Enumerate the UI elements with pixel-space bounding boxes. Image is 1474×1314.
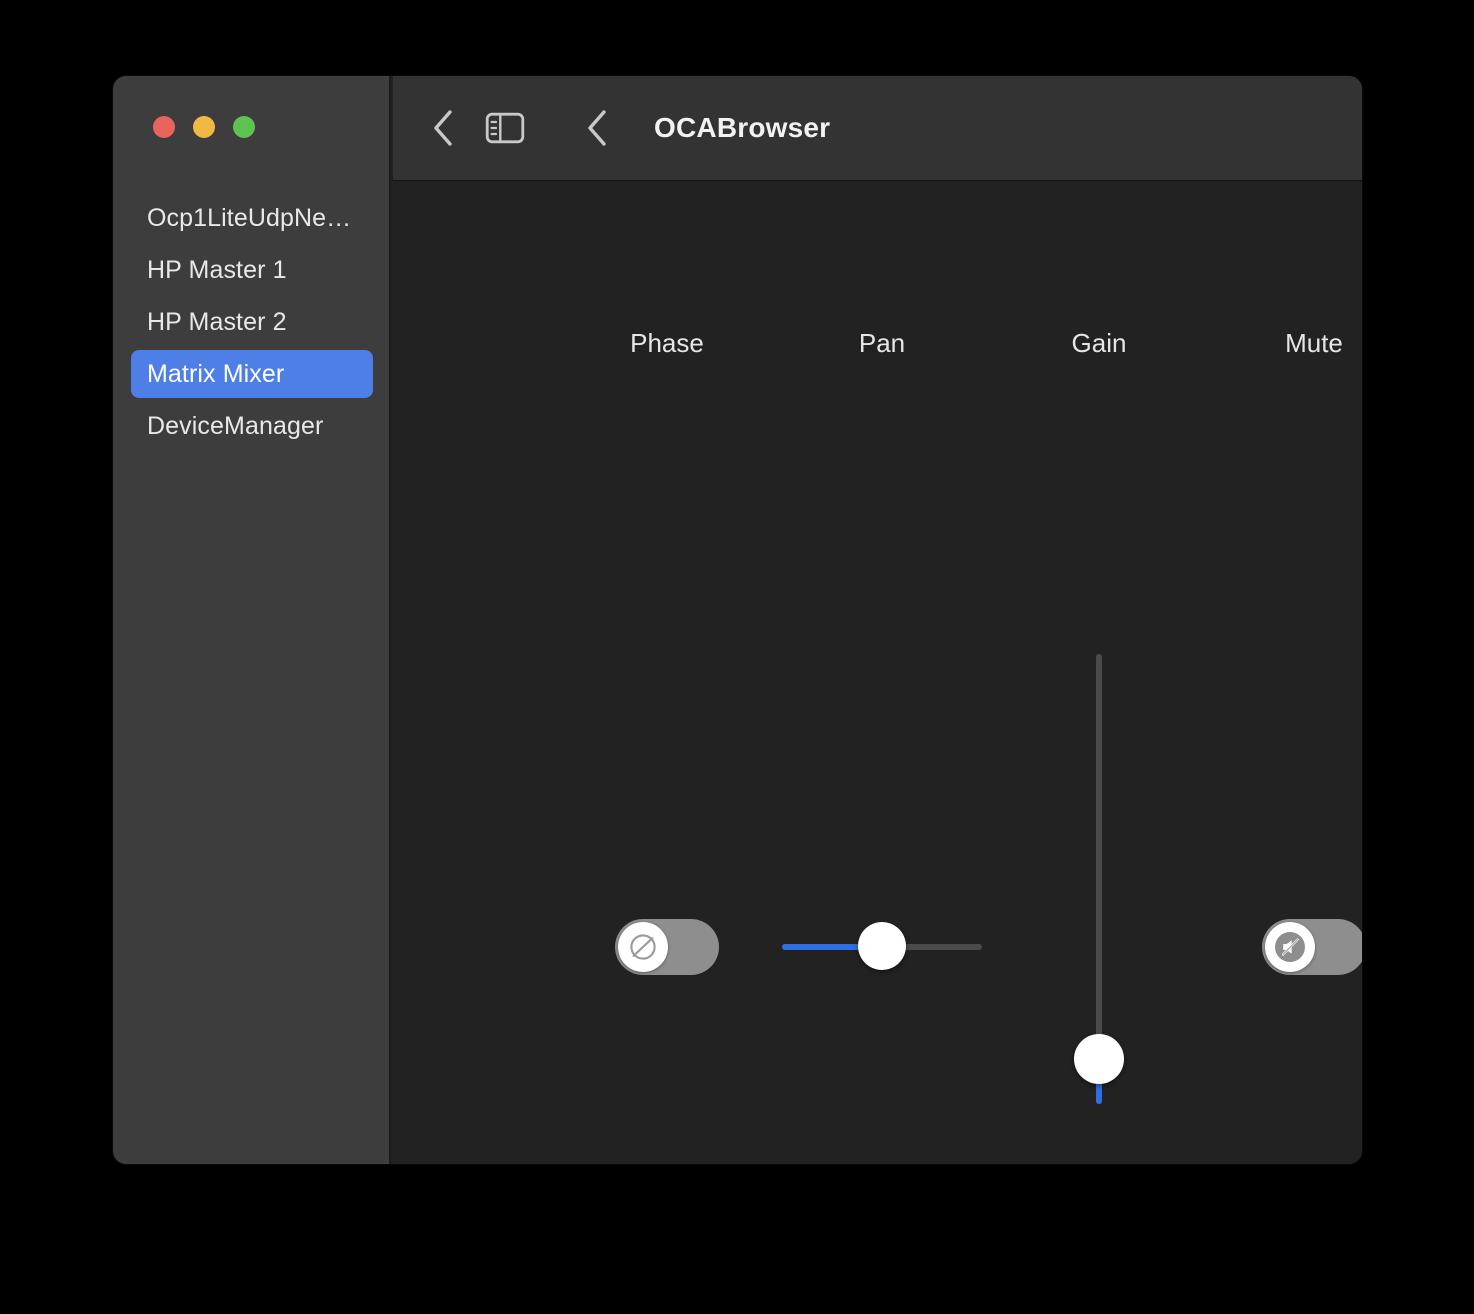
desktop-background: Ocp1LiteUdpNe… HP Master 1 HP Master 2 M… bbox=[0, 0, 1474, 1314]
mute-toggle[interactable] bbox=[1262, 919, 1362, 975]
column-header-pan: Pan bbox=[858, 328, 906, 358]
phase-invert-icon bbox=[626, 930, 660, 964]
zoom-button[interactable] bbox=[233, 116, 255, 138]
gain-slider[interactable] bbox=[1074, 654, 1124, 1104]
page-title: OCABrowser bbox=[654, 112, 831, 143]
column-header-gain: Gain bbox=[1071, 328, 1127, 358]
sidebar-item-matrix-mixer[interactable]: Matrix Mixer bbox=[131, 350, 373, 398]
column-headers: Phase Pan Gain Mute bbox=[393, 181, 1362, 1164]
sidebar-list: Ocp1LiteUdpNe… HP Master 1 HP Master 2 M… bbox=[113, 190, 389, 454]
sidebar-toggle-icon bbox=[485, 111, 525, 145]
detail-pane: OCABrowser Phase Pan Gain Mute bbox=[393, 76, 1362, 1164]
toolbar-back-button[interactable] bbox=[420, 105, 466, 151]
sidebar-item-label: DeviceManager bbox=[147, 411, 324, 440]
sidebar: Ocp1LiteUdpNe… HP Master 1 HP Master 2 M… bbox=[113, 76, 391, 1164]
sidebar-item-ocp1liteudpnetwork[interactable]: Ocp1LiteUdpNe… bbox=[131, 194, 373, 242]
phase-toggle[interactable] bbox=[615, 919, 719, 975]
mute-toggle-knob bbox=[1265, 922, 1315, 972]
pan-slider[interactable] bbox=[782, 922, 982, 970]
column-header-phase: Phase bbox=[630, 328, 704, 358]
sidebar-item-label: Matrix Mixer bbox=[147, 359, 285, 388]
sidebar-item-label: HP Master 2 bbox=[147, 307, 287, 336]
minimize-button[interactable] bbox=[193, 116, 215, 138]
sidebar-item-devicemanager[interactable]: DeviceManager bbox=[131, 402, 373, 450]
sidebar-item-label: Ocp1LiteUdpNe… bbox=[147, 203, 352, 232]
app-window: Ocp1LiteUdpNe… HP Master 1 HP Master 2 M… bbox=[113, 76, 1362, 1164]
sidebar-item-hp-master-1[interactable]: HP Master 1 bbox=[131, 246, 373, 294]
sidebar-item-hp-master-2[interactable]: HP Master 2 bbox=[131, 298, 373, 346]
sidebar-toggle-button[interactable] bbox=[482, 105, 528, 151]
pan-slider-knob[interactable] bbox=[858, 922, 906, 970]
speaker-slash-icon bbox=[1271, 928, 1309, 966]
mixer-strip-area: Phase Pan Gain Mute bbox=[393, 181, 1362, 1164]
close-button[interactable] bbox=[153, 116, 175, 138]
toolbar: OCABrowser bbox=[393, 76, 1362, 181]
phase-toggle-knob bbox=[618, 922, 668, 972]
window-controls bbox=[153, 116, 255, 138]
sidebar-item-label: HP Master 1 bbox=[147, 255, 287, 284]
nav-back-button[interactable] bbox=[574, 105, 620, 151]
column-header-mute: Mute bbox=[1285, 328, 1343, 358]
gain-slider-knob[interactable] bbox=[1074, 1034, 1124, 1084]
chevron-left-icon bbox=[430, 108, 456, 148]
chevron-left-icon bbox=[584, 108, 610, 148]
